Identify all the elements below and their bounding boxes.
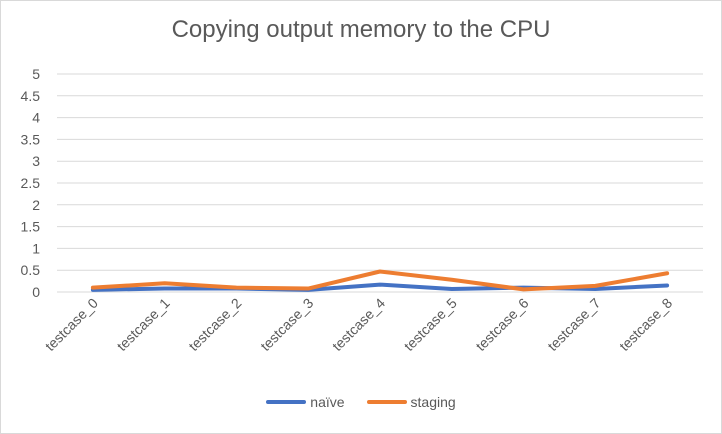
x-tick-label-5: testcase_5 bbox=[401, 295, 460, 354]
y-tick-label-9: 4.5 bbox=[21, 88, 41, 104]
legend-swatch-naive bbox=[266, 400, 307, 404]
chart-plot: 00.511.522.533.544.55testcase_0 testcase_… bbox=[21, 66, 703, 354]
legend-label-staging: staging bbox=[410, 394, 456, 410]
x-tick-label-4: testcase_4 bbox=[329, 295, 388, 354]
x-tick-label-7: testcase_7 bbox=[544, 295, 603, 354]
x-tick-label-8: testcase_8 bbox=[616, 295, 675, 354]
y-tick-label-4: 2 bbox=[32, 197, 40, 213]
y-tick-label-1: 0.5 bbox=[21, 262, 41, 278]
legend-item-naive: naïve bbox=[266, 394, 345, 410]
x-tick-label-1: testcase_1 bbox=[114, 295, 173, 354]
legend-swatch-staging bbox=[366, 400, 407, 404]
y-tick-label-6: 3 bbox=[32, 153, 40, 169]
y-tick-label-5: 2.5 bbox=[21, 175, 41, 191]
y-tick-label-7: 3.5 bbox=[21, 131, 41, 147]
y-tick-label-10: 5 bbox=[32, 66, 40, 82]
y-tick-label-3: 1.5 bbox=[21, 219, 41, 235]
x-tick-label-0: testcase_0 bbox=[42, 295, 101, 354]
legend-item-staging: staging bbox=[366, 394, 456, 410]
y-tick-label-0: 0 bbox=[32, 284, 40, 300]
x-tick-label-3: testcase_3 bbox=[257, 295, 316, 354]
x-tick-label-6: testcase_6 bbox=[472, 295, 531, 354]
y-tick-label-8: 4 bbox=[32, 110, 40, 126]
chart-legend: naïve staging bbox=[0, 394, 722, 410]
legend-label-naive: naïve bbox=[310, 394, 345, 410]
y-tick-label-2: 1 bbox=[32, 240, 40, 256]
x-tick-label-2: testcase_2 bbox=[185, 295, 244, 354]
